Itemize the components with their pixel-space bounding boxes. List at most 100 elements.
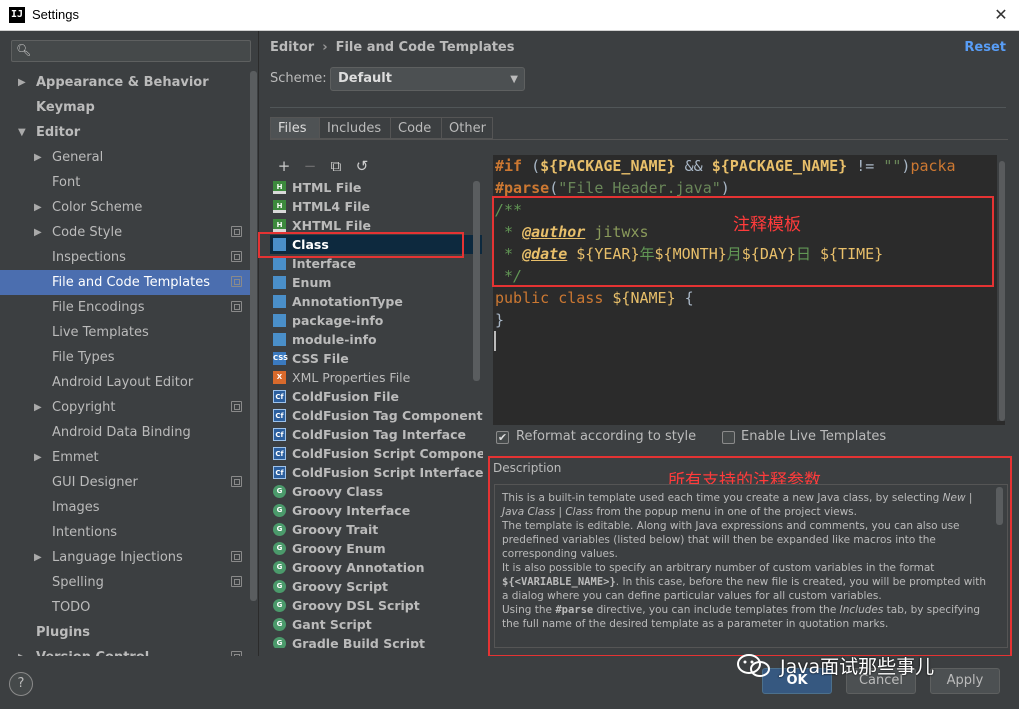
sidebar-item-label: Version Control: [36, 645, 149, 656]
sidebar-item[interactable]: Spelling: [0, 570, 250, 595]
tab-other[interactable]: Other: [441, 117, 493, 139]
template-list-item[interactable]: Cf ColdFusion Tag Component: [270, 406, 483, 425]
template-list-item[interactable]: G Groovy Script: [270, 577, 482, 596]
sidebar-item-label: Android Data Binding: [52, 425, 191, 440]
groovy-file-icon: G: [273, 542, 286, 555]
template-list-item[interactable]: G Groovy DSL Script: [270, 596, 482, 615]
settings-search-input[interactable]: 🔍︎: [11, 40, 251, 62]
template-name: Groovy Enum: [292, 541, 386, 556]
template-list-item[interactable]: G Groovy Interface: [270, 501, 482, 520]
template-list-item[interactable]: X XML Properties File: [270, 368, 482, 387]
sidebar-item[interactable]: Intentions: [0, 520, 250, 545]
chevron-right-icon[interactable]: ▶: [18, 70, 26, 95]
template-list-item[interactable]: G Groovy Class: [270, 482, 482, 501]
description-title: Description: [493, 461, 562, 475]
sidebar-item[interactable]: ▶ Language Injections: [0, 545, 250, 570]
sidebar-item-label: Font: [52, 175, 81, 190]
chevron-right-icon[interactable]: ▶: [18, 645, 26, 656]
chevron-right-icon[interactable]: ▶: [34, 445, 42, 470]
template-name: HTML File: [292, 180, 362, 195]
live-templates-label[interactable]: Enable Live Templates: [741, 429, 886, 444]
template-list-item[interactable]: Cf ColdFusion File: [270, 387, 482, 406]
reset-link[interactable]: Reset: [964, 40, 1006, 55]
help-button[interactable]: ?: [9, 672, 33, 696]
chevron-right-icon[interactable]: ▶: [34, 145, 42, 170]
sidebar-item[interactable]: Plugins: [0, 620, 250, 645]
sidebar-scrollbar[interactable]: [250, 71, 257, 601]
template-list-item[interactable]: H HTML File: [270, 178, 482, 197]
sidebar-item[interactable]: ▶ Version Control: [0, 645, 250, 656]
cf-file-icon: Cf: [273, 447, 286, 460]
tab-code[interactable]: Code: [390, 117, 442, 139]
chevron-down-icon[interactable]: ▼: [18, 120, 26, 145]
sidebar-item[interactable]: File Encodings: [0, 295, 250, 320]
sidebar-item[interactable]: Android Layout Editor: [0, 370, 250, 395]
groovy-file-icon: G: [273, 580, 286, 593]
template-list-item[interactable]: G Gradle Build Script: [270, 634, 482, 648]
description-paragraph: The template is editable. Along with Jav…: [502, 520, 960, 560]
live-templates-checkbox[interactable]: [722, 431, 735, 444]
breadcrumb-editor[interactable]: Editor: [270, 40, 314, 55]
sidebar-item[interactable]: ▶ Code Style: [0, 220, 250, 245]
sidebar-item[interactable]: File Types: [0, 345, 250, 370]
copy-icon: ⧉: [330, 157, 342, 175]
chevron-right-icon[interactable]: ▶: [34, 545, 42, 570]
breadcrumb-separator: ›: [322, 40, 328, 55]
scheme-select[interactable]: Default ▼: [330, 67, 525, 91]
sidebar-item[interactable]: Font: [0, 170, 250, 195]
reformat-checkbox[interactable]: ✔: [496, 431, 509, 444]
template-name: module-info: [292, 332, 377, 347]
sidebar-item[interactable]: TODO: [0, 595, 250, 620]
description-scrollbar[interactable]: [996, 487, 1003, 525]
tab-files[interactable]: Files: [270, 117, 320, 139]
close-icon: ✕: [994, 5, 1008, 24]
reset-template-button[interactable]: ↺: [351, 155, 373, 177]
template-list-item[interactable]: Enum: [270, 273, 482, 292]
template-options: ✔ Reformat according to style Enable Liv…: [496, 429, 1016, 449]
chevron-right-icon[interactable]: ▶: [34, 395, 42, 420]
template-list-scrollbar[interactable]: [473, 181, 480, 381]
chevron-right-icon[interactable]: ▶: [34, 195, 42, 220]
template-list-item[interactable]: Cf ColdFusion Script Component: [270, 444, 483, 463]
sidebar-item[interactable]: ▶ Copyright: [0, 395, 250, 420]
template-list-item[interactable]: G Groovy Enum: [270, 539, 482, 558]
template-name: Enum: [292, 275, 332, 290]
template-name: AnnotationType: [292, 294, 403, 309]
sidebar-item[interactable]: GUI Designer: [0, 470, 250, 495]
sidebar-item[interactable]: Inspections: [0, 245, 250, 270]
sidebar-item[interactable]: Images: [0, 495, 250, 520]
sidebar-item[interactable]: ▶ Appearance & Behavior: [0, 70, 250, 95]
template-list-item[interactable]: G Groovy Trait: [270, 520, 482, 539]
add-template-button[interactable]: +: [273, 155, 295, 177]
template-list-item[interactable]: package-info: [270, 311, 482, 330]
sidebar-item[interactable]: Android Data Binding: [0, 420, 250, 445]
sidebar-item-label: Inspections: [52, 250, 126, 265]
template-list-item[interactable]: H HTML4 File: [270, 197, 482, 216]
remove-template-button[interactable]: −: [299, 155, 321, 177]
template-name: HTML4 File: [292, 199, 371, 214]
template-list-item[interactable]: Cf ColdFusion Script Interface: [270, 463, 483, 482]
template-list-item[interactable]: module-info: [270, 330, 482, 349]
sidebar-item[interactable]: ▼ Editor: [0, 120, 250, 145]
sidebar-item[interactable]: ▶ General: [0, 145, 250, 170]
sidebar-item[interactable]: ▶ Emmet: [0, 445, 250, 470]
copy-template-button[interactable]: ⧉: [325, 155, 347, 177]
sidebar-item-label: Appearance & Behavior: [36, 75, 209, 90]
template-list-item[interactable]: CSS CSS File: [270, 349, 482, 368]
apply-button[interactable]: Apply: [930, 668, 1000, 694]
template-list-item[interactable]: G Gant Script: [270, 615, 482, 634]
template-list-item[interactable]: G Groovy Annotation: [270, 558, 482, 577]
settings-sidebar: 🔍︎ ▶ Appearance & Behavior Keymap ▼ Editor ▶ G…: [0, 31, 259, 656]
editor-scrollbar[interactable]: [999, 161, 1005, 421]
tab-includes[interactable]: Includes: [319, 117, 391, 139]
sidebar-item[interactable]: File and Code Templates: [0, 270, 250, 295]
reformat-label[interactable]: Reformat according to style: [516, 429, 696, 444]
sidebar-item[interactable]: ▶ Color Scheme: [0, 195, 250, 220]
chevron-right-icon[interactable]: ▶: [34, 220, 42, 245]
sidebar-item[interactable]: Keymap: [0, 95, 250, 120]
template-list-item[interactable]: Cf ColdFusion Tag Interface: [270, 425, 482, 444]
close-window-button[interactable]: ✕: [989, 3, 1013, 27]
sidebar-item[interactable]: Live Templates: [0, 320, 250, 345]
comment-template-annotation: 注释模板: [733, 215, 801, 235]
template-list-item[interactable]: AnnotationType: [270, 292, 482, 311]
